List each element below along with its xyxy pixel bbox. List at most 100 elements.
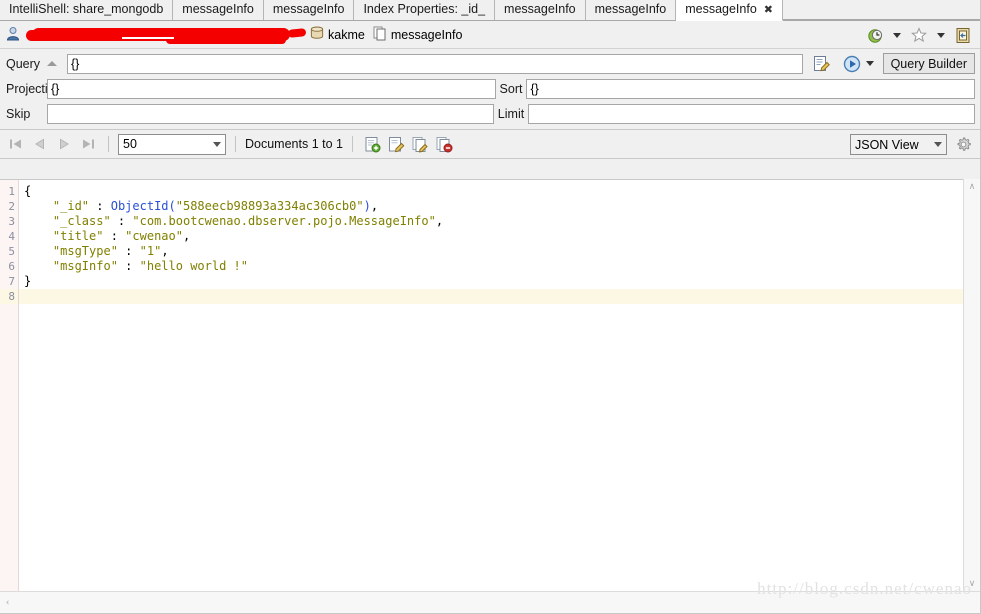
favorites-dropdown-caret[interactable] — [937, 32, 945, 38]
code-token: "msgType" — [52, 244, 118, 258]
toolbar-separator — [235, 136, 236, 152]
code-token: , — [161, 244, 169, 258]
favorites-star-icon[interactable] — [908, 24, 930, 46]
line-number-gutter: 1 2 3 4 5 6 78 — [0, 180, 19, 591]
projection-input[interactable] — [47, 78, 496, 99]
code-token: "title" — [52, 229, 104, 243]
code-token: : — [89, 199, 111, 213]
scroll-left-arrow-icon[interactable]: ‹ — [0, 595, 15, 610]
page-size-select[interactable]: 50 — [118, 133, 226, 155]
breadcrumb-bar: kakme messageInfo — [0, 21, 980, 49]
code-token: , — [182, 229, 191, 243]
history-dropdown-caret[interactable] — [893, 32, 901, 38]
tab-label: messageInfo — [182, 2, 254, 16]
edit-document-icon[interactable] — [386, 133, 408, 155]
code-token: : — [117, 259, 140, 273]
last-page-button[interactable] — [77, 133, 99, 155]
line-number: 4 — [8, 230, 15, 243]
mongodb-client-window: IntelliShell: share_mongodb messageInfo me… — [0, 0, 981, 614]
code-token: { — [24, 184, 32, 198]
tab-3[interactable]: Index Properties: _id_ — [354, 0, 496, 20]
limit-input[interactable] — [528, 103, 975, 124]
code-token: , — [370, 199, 379, 213]
run-query-icon[interactable] — [841, 53, 863, 75]
code-token: : — [117, 244, 140, 258]
query-input[interactable] — [67, 53, 803, 74]
query-builder-button[interactable]: Query Builder — [882, 53, 975, 74]
history-icon[interactable] — [864, 24, 886, 46]
clipboard-icon[interactable] — [952, 24, 974, 46]
horizontal-scrollbar[interactable]: ‹ — [0, 591, 980, 613]
skip-input[interactable] — [47, 103, 494, 124]
tab-4[interactable]: messageInfo — [495, 0, 586, 20]
tab-6[interactable]: messageInfo ✖ — [676, 0, 783, 21]
first-page-button[interactable] — [5, 133, 27, 155]
code-token: "hello world !" — [139, 259, 248, 273]
add-document-icon[interactable] — [362, 133, 384, 155]
code-line[interactable] — [19, 289, 980, 304]
redacted-connection-name — [26, 26, 307, 44]
breadcrumb-database[interactable]: kakme — [310, 26, 365, 43]
code-token: "msgInfo" — [52, 259, 118, 273]
page-size-value: 50 — [123, 137, 137, 151]
code-line[interactable]: "_id" : ObjectId("588eecb98893a334ac306c… — [19, 199, 980, 214]
chevron-down-icon — [213, 141, 221, 147]
code-line[interactable]: "msgType" : "1", — [19, 244, 980, 259]
next-page-button[interactable] — [53, 133, 75, 155]
line-number: 3 — [8, 215, 15, 228]
previous-page-button[interactable] — [29, 133, 51, 155]
line-number: 7 — [8, 275, 15, 288]
toolbar-separator — [351, 136, 353, 152]
tab-0[interactable]: IntelliShell: share_mongodb — [0, 0, 174, 20]
scroll-up-arrow-icon[interactable]: ∧ — [965, 179, 980, 194]
code-token: } — [24, 274, 32, 288]
edit-query-icon[interactable] — [811, 53, 833, 75]
json-document-editor[interactable]: 1 2 3 4 5 6 78 { "_id" : ObjectId("588eecb9889… — [0, 179, 980, 591]
breadcrumb-collection[interactable]: messageInfo — [373, 26, 462, 44]
run-dropdown-caret[interactable] — [865, 61, 874, 66]
tab-1[interactable]: messageInfo — [173, 0, 264, 20]
code-line[interactable]: "msgInfo" : "hello world !" — [19, 259, 980, 274]
code-token: ) — [363, 199, 371, 213]
scroll-down-arrow-icon[interactable]: ∨ — [965, 576, 980, 591]
code-line[interactable]: "title" : "cwenao", — [19, 229, 980, 244]
close-icon[interactable]: ✖ — [764, 0, 773, 20]
result-toolbar: 50 Documents 1 to 1 JSON View — [0, 130, 980, 159]
collapse-triangle-icon[interactable] — [47, 61, 57, 66]
tab-label: messageInfo — [594, 2, 667, 16]
documents-range-label: Documents 1 to 1 — [245, 137, 343, 151]
skip-label: Skip — [6, 106, 31, 121]
result-toolbar-right: JSON View — [850, 130, 974, 159]
code-line[interactable]: } — [19, 274, 980, 289]
tab-label: IntelliShell: share_mongodb — [9, 2, 164, 16]
sort-input[interactable] — [526, 78, 975, 99]
view-mode-select[interactable]: JSON View — [850, 134, 947, 155]
code-token: "_class" — [52, 214, 111, 228]
user-connection-icon — [6, 26, 20, 44]
code-token: "com.bootcwenao.dbserver.pojo.MessageInf… — [132, 214, 436, 228]
database-icon — [310, 26, 324, 43]
tab-label: messageInfo — [504, 2, 576, 16]
code-line[interactable]: { — [19, 184, 980, 199]
code-token: , — [435, 214, 444, 228]
delete-document-icon[interactable] — [434, 133, 456, 155]
vertical-scrollbar[interactable]: ∧ ∨ — [963, 179, 980, 591]
query-label: Query — [6, 56, 41, 71]
copy-document-icon[interactable] — [410, 133, 432, 155]
line-number: 8 — [0, 289, 18, 304]
code-line[interactable]: "_class" : "com.bootcwenao.dbserver.pojo… — [19, 214, 980, 229]
tab-2[interactable]: messageInfo — [263, 0, 355, 20]
breadcrumb-database-label: kakme — [328, 27, 365, 42]
code-token: : — [110, 214, 133, 228]
breadcrumb-connection[interactable] — [6, 26, 307, 44]
tab-label: messageInfo — [272, 2, 345, 16]
projection-label: Projection — [6, 81, 62, 96]
chevron-down-icon — [934, 142, 942, 147]
toolbar-separator — [108, 136, 109, 152]
json-code-area[interactable]: { "_id" : ObjectId("588eecb98893a334ac30… — [19, 180, 980, 591]
projection-sort-row: Projection Sort — [3, 76, 977, 101]
gear-icon[interactable] — [952, 134, 974, 156]
tab-5[interactable]: messageInfo — [585, 0, 677, 20]
query-row: Query Query Builder — [3, 51, 977, 76]
